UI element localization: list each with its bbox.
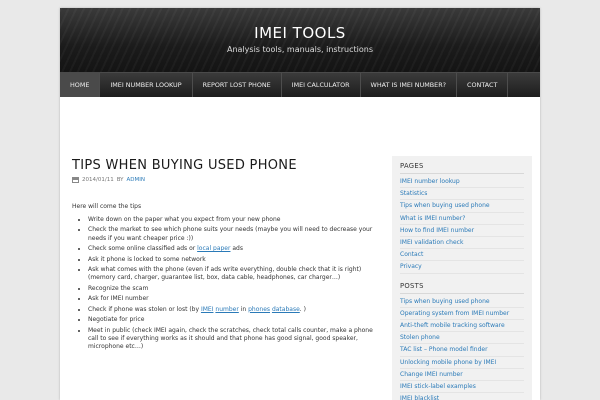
tip-link[interactable]: number xyxy=(215,306,238,313)
pages-widget: PAGES IMEI number lookup Statistics Tips w… xyxy=(400,162,524,274)
nav-item-5[interactable]: CONTACT xyxy=(457,73,509,97)
tip-text: Write down on the paper what you expect … xyxy=(88,216,281,223)
post-link[interactable]: Change IMEI number xyxy=(400,371,463,378)
nav-item-4[interactable]: WHAT IS IMEI NUMBER? xyxy=(361,73,458,97)
tip-text: Ask what comes with the phone (even if a… xyxy=(88,266,362,282)
tip-text: Negotiate for price xyxy=(88,316,145,324)
main-navigation: HOME IMEI NUMBER LOOKUP REPORT LOST PHONE I… xyxy=(60,72,540,97)
tip-item: Meet in public (check IMEI again, check … xyxy=(88,327,380,351)
tip-link[interactable]: database xyxy=(272,306,300,313)
post-by-label: BY xyxy=(116,177,124,183)
tip-text: Ask for IMEI number xyxy=(88,295,149,303)
tip-item: Recognize the scam xyxy=(88,285,380,293)
post-list-item: Anti-theft mobile tracking software xyxy=(400,320,524,333)
page-link[interactable]: Contact xyxy=(400,251,423,258)
tip-item: Ask it phone is locked to some network xyxy=(88,256,380,264)
post-intro: Here will come the tips xyxy=(72,203,142,210)
tip-item: Write down on the paper what you expect … xyxy=(88,216,380,224)
tip-text: Recognize the scam xyxy=(88,284,149,292)
post-list-item: Tips when buying used phone xyxy=(400,296,524,308)
tip-link[interactable]: IMEI xyxy=(201,306,214,313)
tip-text: Check some online classified ads or xyxy=(88,245,198,253)
tip-text: Meet in public (check IMEI again, check … xyxy=(88,326,373,350)
page-link[interactable]: Statistics xyxy=(400,190,427,197)
page-list-item: Tips when buying used phone xyxy=(400,200,524,213)
page-link[interactable]: Tips when buying used phone xyxy=(400,202,490,209)
nav-item-2[interactable]: REPORT LOST PHONE xyxy=(193,73,282,97)
post-link[interactable]: IMEI stick-label examples xyxy=(400,383,476,390)
tip-text: Ask it phone is locked to some network xyxy=(88,255,206,263)
post-list-item: IMEI blacklist xyxy=(400,393,524,400)
post-link[interactable]: Stolen phone xyxy=(400,334,440,341)
page-list-item: IMEI validation check xyxy=(400,237,524,250)
tip-text: ads xyxy=(230,245,243,253)
tip-item: Check if phone was stolen or lost (by IM… xyxy=(88,306,380,314)
tip-item: Negotiate for price xyxy=(88,316,380,324)
post-list-item: Stolen phone xyxy=(400,332,524,345)
page-list-item: What is IMEI number? xyxy=(400,213,524,225)
posts-widget-title: POSTS xyxy=(400,282,524,294)
post-list-item: Operating system from IMEI number xyxy=(400,308,524,321)
tip-item: Check the market to see which phone suit… xyxy=(88,226,380,242)
post-author-link[interactable]: ADMIN xyxy=(127,177,145,183)
page-list-item: How to find IMEI number xyxy=(400,225,524,238)
sidebar: PAGES IMEI number lookup Statistics Tips w… xyxy=(392,156,532,400)
pages-widget-title: PAGES xyxy=(400,162,524,174)
post-link[interactable]: TAC list – Phone model finder xyxy=(400,346,488,353)
page-link[interactable]: Privacy xyxy=(400,263,422,270)
site-header: IMEI TOOLS Analysis tools, manuals, inst… xyxy=(60,8,540,72)
page-link[interactable]: IMEI number lookup xyxy=(400,178,460,185)
post-link[interactable]: IMEI blacklist xyxy=(400,395,439,400)
nav-item-0[interactable]: HOME xyxy=(60,73,101,97)
tip-link[interactable]: phones xyxy=(248,306,270,313)
post-meta: 2014/01/11 BY ADMIN xyxy=(72,177,380,183)
tip-text: . ) xyxy=(299,305,306,313)
post-link[interactable]: Tips when buying used phone xyxy=(400,298,490,305)
nav-item-1[interactable]: IMEI NUMBER LOOKUP xyxy=(100,73,193,97)
tip-text: Check the market to see which phone suit… xyxy=(88,226,373,242)
page-link[interactable]: What is IMEI number? xyxy=(400,215,465,222)
tip-text: in xyxy=(238,305,249,313)
posts-widget: POSTS Tips when buying used phone Operati… xyxy=(400,282,524,400)
post-date: 2014/01/11 xyxy=(82,177,114,183)
calendar-icon xyxy=(72,177,79,183)
tip-link[interactable]: local paper xyxy=(197,245,230,252)
page-list-item: Privacy xyxy=(400,261,524,274)
pages-list: IMEI number lookup Statistics Tips when bu… xyxy=(400,176,524,274)
site-description: Analysis tools, manuals, instructions xyxy=(227,45,373,54)
post-title: TIPS WHEN BUYING USED PHONE xyxy=(72,158,297,173)
page-list-item: Statistics xyxy=(400,188,524,201)
post-content: TIPS WHEN BUYING USED PHONE 2014/01/11 B… xyxy=(72,158,380,353)
page-link[interactable]: IMEI validation check xyxy=(400,239,463,246)
post-list-item: TAC list – Phone model finder xyxy=(400,344,524,357)
page-link[interactable]: How to find IMEI number xyxy=(400,227,474,234)
site-title-link[interactable]: IMEI TOOLS xyxy=(60,24,540,42)
post-link[interactable]: Anti-theft mobile tracking software xyxy=(400,322,505,329)
page-wrapper: IMEI TOOLS Analysis tools, manuals, inst… xyxy=(60,8,540,400)
tip-item: Ask for IMEI number xyxy=(88,295,380,303)
tip-text: Check if phone was stolen or lost (by xyxy=(88,305,201,313)
post-list-item: IMEI stick-label examples xyxy=(400,381,524,394)
post-link[interactable]: Unlocking mobile phone by IMEI xyxy=(400,359,496,366)
post-link[interactable]: Operating system from IMEI number xyxy=(400,310,509,317)
post-list-item: Change IMEI number xyxy=(400,369,524,382)
tip-item: Ask what comes with the phone (even if a… xyxy=(88,266,380,282)
post-list-item: Unlocking mobile phone by IMEI xyxy=(400,357,524,369)
page-list-item: Contact xyxy=(400,249,524,262)
nav-item-3[interactable]: IMEI CALCULATOR xyxy=(282,73,361,97)
tips-list: Write down on the paper what you expect … xyxy=(72,216,380,351)
posts-list: Tips when buying used phone Operating sys… xyxy=(400,296,524,400)
page-list-item: IMEI number lookup xyxy=(400,176,524,189)
tip-item: Check some online classified ads or loca… xyxy=(88,245,380,253)
